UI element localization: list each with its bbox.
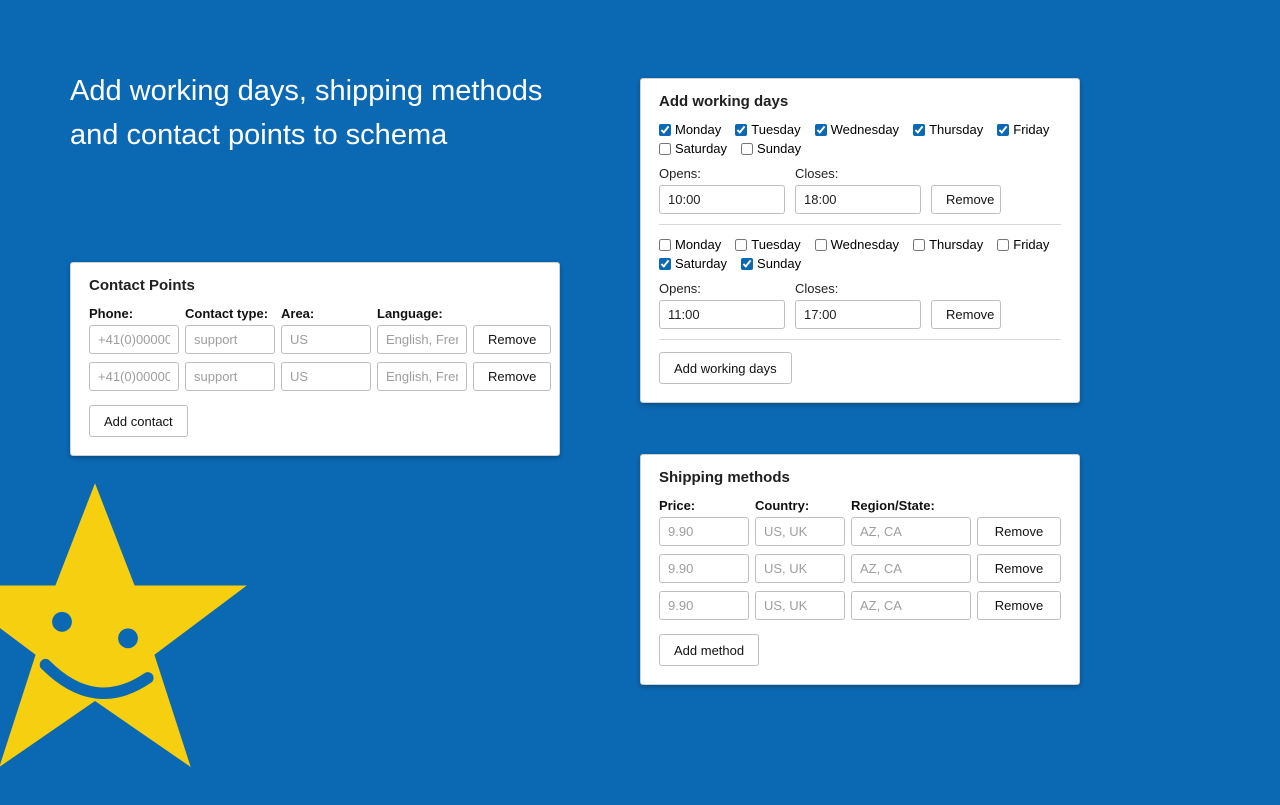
day-wednesday-label: Wednesday [831,122,899,137]
shipping-price-input[interactable] [659,554,749,583]
day-monday-label: Monday [675,122,721,137]
opens-label: Opens: [659,281,785,296]
contact-header-type: Contact type: [185,306,275,321]
working-days-card: Add working days Monday Tuesday Wednesda… [640,78,1080,403]
contact-area-input[interactable] [281,362,371,391]
opens-label: Opens: [659,166,785,181]
add-working-days-button[interactable]: Add working days [659,352,792,384]
working-remove-button[interactable]: Remove [931,300,1001,329]
working-title: Add working days [659,93,1061,110]
divider [659,339,1061,340]
shipping-remove-button[interactable]: Remove [977,591,1061,620]
day-wednesday-checkbox[interactable] [815,239,827,251]
day-sunday-label: Sunday [757,141,801,156]
page-headline: Add working days, shipping methods and c… [70,70,570,157]
shipping-region-input[interactable] [851,554,971,583]
add-method-button[interactable]: Add method [659,634,759,666]
working-days-group: Monday Tuesday Wednesday Thursday Friday… [659,122,1061,156]
day-thursday-checkbox[interactable] [913,239,925,251]
star-mascot-icon [0,470,260,800]
shipping-remove-button[interactable]: Remove [977,554,1061,583]
day-friday-label: Friday [1013,122,1049,137]
shipping-price-input[interactable] [659,517,749,546]
contact-header-language: Language: [377,306,467,321]
shipping-country-input[interactable] [755,554,845,583]
contact-points-card: Contact Points Phone: Contact type: Area… [70,262,560,456]
contact-phone-input[interactable] [89,362,179,391]
contact-language-input[interactable] [377,362,467,391]
day-friday-checkbox[interactable] [997,124,1009,136]
day-friday-label: Friday [1013,237,1049,252]
day-saturday-label: Saturday [675,256,727,271]
opens-input[interactable] [659,300,785,329]
contact-remove-button[interactable]: Remove [473,325,551,354]
day-sunday-checkbox[interactable] [741,143,753,155]
closes-input[interactable] [795,185,921,214]
shipping-price-input[interactable] [659,591,749,620]
closes-input[interactable] [795,300,921,329]
day-tuesday-checkbox[interactable] [735,124,747,136]
day-monday-checkbox[interactable] [659,124,671,136]
contact-title: Contact Points [89,277,541,294]
day-wednesday-checkbox[interactable] [815,124,827,136]
divider [659,224,1061,225]
shipping-country-input[interactable] [755,591,845,620]
shipping-header-country: Country: [755,498,845,513]
day-saturday-checkbox[interactable] [659,258,671,270]
contact-remove-button[interactable]: Remove [473,362,551,391]
day-monday-label: Monday [675,237,721,252]
day-wednesday-label: Wednesday [831,237,899,252]
day-saturday-label: Saturday [675,141,727,156]
add-contact-button[interactable]: Add contact [89,405,188,437]
contact-header-phone: Phone: [89,306,179,321]
contact-language-input[interactable] [377,325,467,354]
day-tuesday-label: Tuesday [751,122,800,137]
closes-label: Closes: [795,281,921,296]
day-sunday-checkbox[interactable] [741,258,753,270]
contact-area-input[interactable] [281,325,371,354]
working-days-group: Monday Tuesday Wednesday Thursday Friday… [659,237,1061,271]
day-sunday-label: Sunday [757,256,801,271]
shipping-methods-card: Shipping methods Price: Country: Region/… [640,454,1080,685]
day-friday-checkbox[interactable] [997,239,1009,251]
shipping-header-region: Region/State: [851,498,971,513]
shipping-region-input[interactable] [851,517,971,546]
shipping-header-price: Price: [659,498,749,513]
shipping-region-input[interactable] [851,591,971,620]
closes-label: Closes: [795,166,921,181]
shipping-title: Shipping methods [659,469,1061,486]
day-monday-checkbox[interactable] [659,239,671,251]
contact-type-input[interactable] [185,325,275,354]
day-tuesday-checkbox[interactable] [735,239,747,251]
day-thursday-label: Thursday [929,122,983,137]
contact-phone-input[interactable] [89,325,179,354]
day-thursday-checkbox[interactable] [913,124,925,136]
contact-type-input[interactable] [185,362,275,391]
day-tuesday-label: Tuesday [751,237,800,252]
opens-input[interactable] [659,185,785,214]
day-thursday-label: Thursday [929,237,983,252]
shipping-country-input[interactable] [755,517,845,546]
shipping-remove-button[interactable]: Remove [977,517,1061,546]
day-saturday-checkbox[interactable] [659,143,671,155]
contact-header-area: Area: [281,306,371,321]
working-remove-button[interactable]: Remove [931,185,1001,214]
